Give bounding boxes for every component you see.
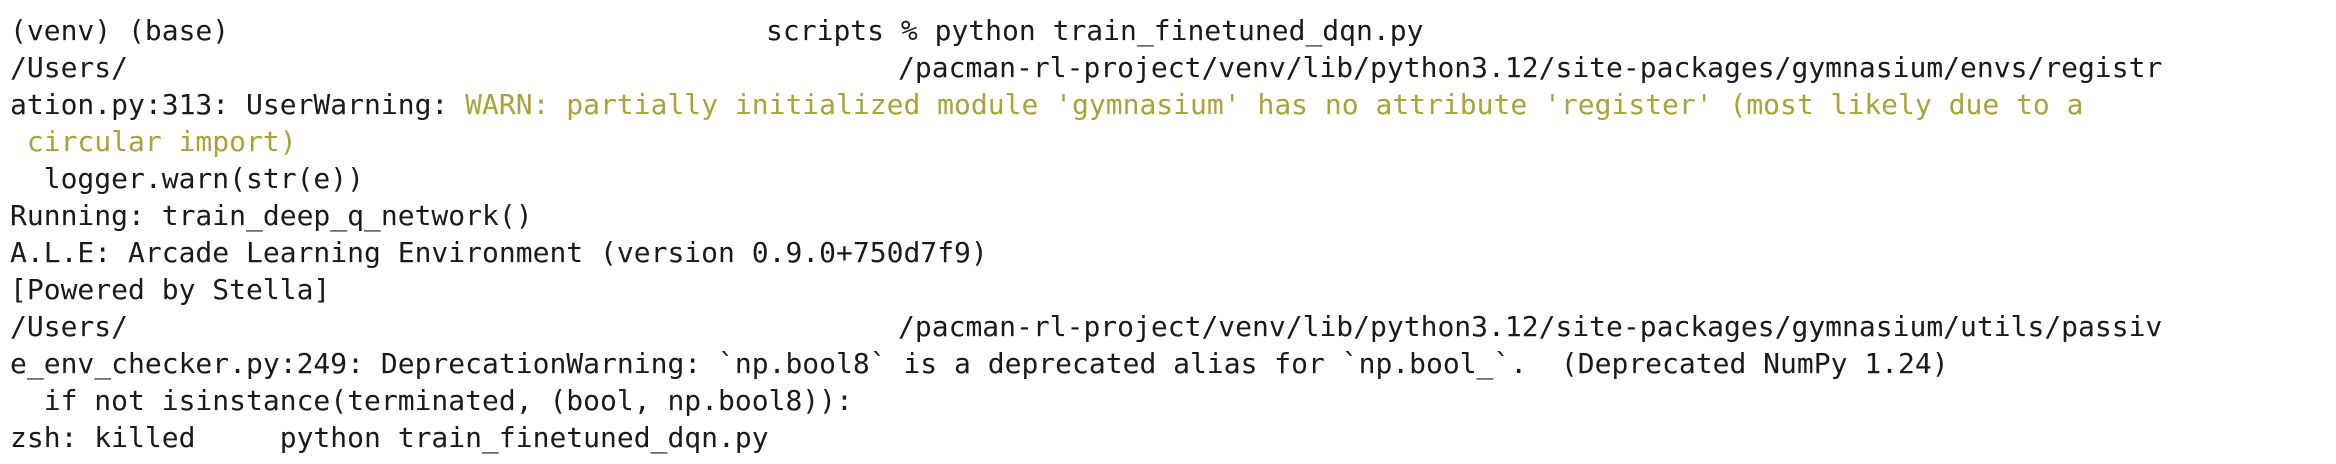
redacted-path: [128, 316, 899, 340]
terminal-line-ale: A.L.E: Arcade Learning Environment (vers…: [10, 236, 988, 269]
terminal-window[interactable]: (venv) (base) scripts % python train_fin…: [0, 0, 2336, 464]
terminal-line-killed: zsh: killed python train_finetuned_dqn.p…: [10, 421, 769, 454]
terminal-line-logger: logger.warn(str(e)): [10, 162, 365, 195]
terminal-line-warning-cont: circular import): [10, 123, 2326, 160]
terminal-line-path: /Users/ /pacman-rl-project/venv/lib/pytho…: [10, 49, 2326, 86]
warning-message: WARN: partially initialized module 'gymn…: [465, 88, 2084, 121]
terminal-line-running: Running: train_deep_q_network(): [10, 199, 533, 232]
path-suffix: /pacman-rl-project/venv/lib/python3.12/s…: [898, 310, 2163, 343]
warning-location: ation.py:313: UserWarning:: [10, 88, 466, 121]
redacted-path: [246, 20, 767, 44]
path-prefix: /Users/: [10, 310, 129, 343]
terminal-line-stella: [Powered by Stella]: [10, 273, 331, 306]
path-prefix: /Users/: [10, 51, 129, 84]
prompt-prefix: (venv) (base): [10, 14, 247, 47]
redacted-path: [128, 57, 899, 81]
terminal-line-path-2: /Users/ /pacman-rl-project/venv/lib/pytho…: [10, 308, 2326, 345]
warning-message-continued: circular import): [10, 125, 297, 158]
prompt-command: scripts % python train_finetuned_dqn.py: [766, 14, 1424, 47]
terminal-line-prompt: (venv) (base) scripts % python train_fin…: [10, 12, 2326, 49]
terminal-line-userwarning: ation.py:313: UserWarning: WARN: partial…: [10, 86, 2326, 123]
terminal-line-isinstance: if not isinstance(terminated, (bool, np.…: [10, 384, 853, 417]
terminal-line-deprecation: e_env_checker.py:249: DeprecationWarning…: [10, 347, 1949, 380]
path-suffix: /pacman-rl-project/venv/lib/python3.12/s…: [898, 51, 2163, 84]
